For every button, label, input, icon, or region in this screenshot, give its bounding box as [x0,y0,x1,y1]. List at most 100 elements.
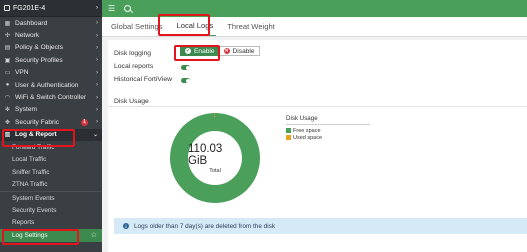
sidebar-item-label: Policy & Objects [15,44,64,52]
sidebar-item-dashboard[interactable]: ▦ Dashboard › [0,17,102,29]
disk-logging-label: Disk logging [114,50,152,57]
sidebar-item-label: Security Fabric [15,118,59,126]
enable-button[interactable]: ✓ Enable [180,46,220,56]
vpn-icon: ▭ [4,70,11,77]
user-icon: ● [5,82,10,89]
subnav-item-label: System Events [12,194,55,202]
chart-legend: Disk Usage Free space Used space [286,115,370,141]
chevron-right-icon: › [96,5,98,11]
disable-button[interactable]: ✕ Disable [219,46,260,56]
lock-icon: ▣ [4,57,11,64]
subnav-item-forward-traffic[interactable]: Forward Traffic [0,141,102,154]
chevron-right-icon: › [96,57,98,64]
local-reports-label: Local reports [114,63,154,70]
legend-item[interactable]: Used space [286,134,370,141]
chevron-right-icon: › [96,44,98,51]
legend-item[interactable]: Free space [286,127,370,134]
legend-items: Free space Used space [286,127,370,141]
sidebar-item-user-authentication[interactable]: ● User & Authentication › [0,79,102,91]
device-selector[interactable]: FG201E-4 › [0,0,102,17]
subnav-item-security-events[interactable]: Security Events [0,204,102,217]
disk-usage-donut: 110.03 GiB Total [170,113,260,203]
subnav-item-ztna-traffic[interactable]: ZTNA Traffic [0,179,102,192]
legend-label: Free space [293,127,321,134]
policy-icon: ▤ [4,45,11,52]
search-icon[interactable] [124,5,132,12]
sidebar-item-wifi-switch-controller[interactable]: ◠ WiFi & Switch Controller › [0,91,102,103]
disk-usage-panel: Disk Usage 110.03 GiB Total Disk Usage F… [108,93,527,252]
tab-threat-weight[interactable]: Threat Weight [224,22,278,36]
divider [108,106,527,107]
wifi-icon: ◠ [4,95,11,102]
disk-logging-toggle: ✓ Enable ✕ Disable [180,46,260,56]
disk-usage-title: Disk Usage [114,98,149,105]
chevron-right-icon: › [96,20,98,27]
sidebar-item-policy-objects[interactable]: ▤ Policy & Objects › [0,42,102,54]
sidebar-item-security-fabric[interactable]: ✥ Security Fabric 1 › [0,116,102,128]
subnav-item-label: Security Events [12,206,57,214]
fortinet-logo-icon [4,5,10,11]
subnav-item-sniffer-traffic[interactable]: Sniffer Traffic [0,166,102,179]
local-reports-switch[interactable] [181,65,190,70]
donut-total-label: Total [209,167,221,174]
sidebar-item-label: System [15,106,37,114]
favorite-star-icon[interactable]: ☆ [91,231,97,239]
subnav-item-log-settings[interactable]: Log Settings ☆ [0,229,102,242]
log-settings-panel: Disk logging ✓ Enable ✕ Disable Local re… [108,40,527,93]
sidebar-item-label: Security Profiles [15,56,63,64]
info-message: i Logs older than 7 day(s) are deleted f… [114,218,527,234]
subnav-item-label: Local Traffic [12,156,47,164]
donut-center: 110.03 GiB Total [188,131,242,185]
donut-total-value: 110.03 GiB [188,142,223,167]
tab-bar: Global Settings Local Logs Threat Weight [102,17,527,37]
chevron-down-icon: ⌄ [92,132,98,139]
hamburger-menu-icon[interactable]: ☰ [108,4,115,13]
close-icon: ✕ [223,48,230,54]
dashboard-icon: ▦ [4,20,11,27]
content-area: Disk logging ✓ Enable ✕ Disable Local re… [102,37,527,252]
sidebar-item-label: Dashboard [15,19,48,27]
sidebar-subnav: Forward Traffic Local Traffic Sniffer Traf… [0,141,102,242]
chevron-right-icon: › [96,106,98,113]
chevron-right-icon: › [96,32,98,39]
alert-badge: 1 [81,118,88,126]
subnav-item-label: Forward Traffic [12,143,55,151]
tab-local-logs[interactable]: Local Logs [173,21,217,36]
app-frame: FG201E-4 › ▦ Dashboard › ✣ Network › ▤ Policy &… [0,0,527,252]
subnav-item-reports[interactable]: Reports [0,216,102,229]
fabric-icon: ✥ [4,119,11,126]
sidebar-item-label: VPN [15,69,29,77]
enable-label: Enable [194,47,215,55]
sidebar-item-security-profiles[interactable]: ▣ Security Profiles › [0,54,102,66]
legend-swatch [286,128,291,133]
sidebar: FG201E-4 › ▦ Dashboard › ✣ Network › ▤ Policy &… [0,0,102,252]
subnav-item-label: Reports [12,219,35,227]
sidebar-item-log-report[interactable]: ▥ Log & Report ⌄ [0,128,102,141]
chevron-right-icon: › [96,69,98,76]
sidebar-item-label: User & Authentication [15,81,79,89]
chart-icon: ▥ [4,132,11,139]
sidebar-item-label: Log & Report [15,131,57,139]
sidebar-item-vpn[interactable]: ▭ VPN › [0,67,102,79]
network-icon: ✣ [4,33,11,40]
sidebar-item-label: WiFi & Switch Controller [15,94,87,102]
gear-icon: ✻ [4,107,11,114]
check-icon: ✓ [185,48,191,54]
historical-fortiview-switch[interactable] [181,78,190,83]
chevron-right-icon: › [96,94,98,101]
legend-label: Used space [293,134,323,141]
sidebar-item-system[interactable]: ✻ System › [0,104,102,116]
info-text: Logs older than 7 day(s) are deleted fro… [134,222,276,230]
tab-global-settings[interactable]: Global Settings [108,22,166,36]
subnav-item-local-traffic[interactable]: Local Traffic [0,154,102,167]
subnav-item-label: Log Settings [12,231,48,239]
sidebar-item-network[interactable]: ✣ Network › [0,29,102,41]
sidebar-item-label: Network [15,32,40,40]
subnav-item-system-events[interactable]: System Events [0,191,102,204]
subnav-item-label: ZTNA Traffic [12,181,48,189]
disable-label: Disable [232,47,255,55]
sidebar-nav: ▦ Dashboard › ✣ Network › ▤ Policy & Objects › ▣ S… [0,17,102,141]
subnav-item-label: Sniffer Traffic [12,168,50,176]
top-bar: ☰ [102,0,527,17]
legend-swatch [286,135,291,140]
